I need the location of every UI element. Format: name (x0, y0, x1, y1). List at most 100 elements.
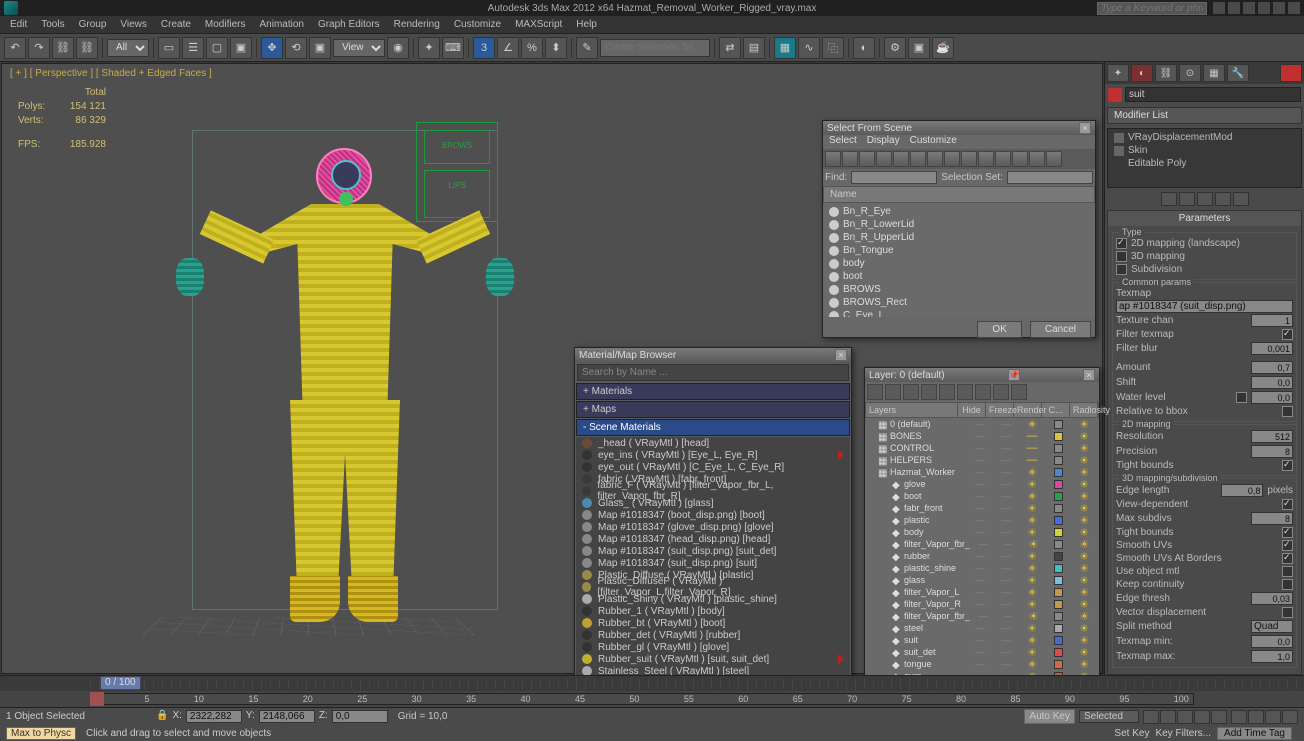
layer-props-icon[interactable] (993, 384, 1009, 400)
lock-ui-icon[interactable] (1280, 64, 1302, 82)
prev-frame-icon[interactable] (1160, 710, 1176, 724)
render-icon[interactable]: ☕ (932, 37, 954, 59)
render-toggle[interactable]: — (1019, 454, 1045, 466)
material-list-item[interactable]: Rubber_bt ( VRayMtl ) [boot] (576, 617, 850, 629)
auto-key-button[interactable]: Auto Key (1024, 709, 1075, 724)
freeze-toggle[interactable]: — (993, 647, 1019, 657)
modify-tab-icon[interactable]: ◐ (1131, 64, 1153, 82)
max-subdivs-spinner[interactable] (1251, 512, 1293, 525)
freeze-toggle[interactable]: — (993, 635, 1019, 645)
sfs-menu-customize[interactable]: Customize (910, 135, 957, 149)
select-icon[interactable]: ▭ (158, 37, 180, 59)
menu-grapheditors[interactable]: Graph Editors (312, 19, 386, 30)
material-list-item[interactable]: Map #1018347 (suit_disp.png) [suit_det] (576, 545, 850, 557)
material-browser-dialog[interactable]: Material/Map Browser× Search by Name ...… (574, 347, 852, 693)
layer-row[interactable]: ▦0 (default)——☀☀ (865, 418, 1099, 430)
hide-toggle[interactable]: — (967, 515, 993, 525)
material-list-item[interactable]: _head ( VRayMtl ) [head] (576, 437, 850, 449)
snap-toggle-icon[interactable]: 3 (473, 37, 495, 59)
view-dependent-checkbox[interactable] (1282, 499, 1293, 510)
filter-icon[interactable] (893, 151, 909, 167)
hide-toggle[interactable]: — (967, 587, 993, 597)
keyboard-shortcut-icon[interactable]: ⌨ (442, 37, 464, 59)
align-icon[interactable]: ▤ (743, 37, 765, 59)
freeze-toggle[interactable]: — (993, 623, 1019, 633)
filter-icon[interactable] (910, 151, 926, 167)
layer-row[interactable]: ◆boot——☀☀ (865, 490, 1099, 502)
layer-row[interactable]: ◆suit——☀☀ (865, 634, 1099, 646)
goto-start-icon[interactable] (1143, 710, 1159, 724)
freeze-toggle[interactable]: — (993, 587, 1019, 597)
render-toggle[interactable]: ☀ (1019, 418, 1045, 431)
smooth-uvs-checkbox[interactable] (1282, 540, 1293, 551)
undo-icon[interactable]: ↶ (4, 37, 26, 59)
sfs-menu-select[interactable]: Select (829, 135, 857, 149)
close-icon[interactable] (1288, 2, 1300, 14)
rotate-icon[interactable]: ⟲ (285, 37, 307, 59)
add-time-tag-button[interactable]: Add Time Tag (1217, 727, 1292, 740)
hide-toggle[interactable]: — (967, 527, 993, 537)
create-tab-icon[interactable]: ✦ (1107, 64, 1129, 82)
new-layer-icon[interactable] (867, 384, 883, 400)
hide-toggle[interactable]: — (967, 551, 993, 561)
menu-help[interactable]: Help (570, 19, 603, 30)
layer-color-swatch[interactable] (1054, 552, 1063, 561)
object-color-swatch[interactable] (1108, 88, 1122, 102)
y-coord-input[interactable]: 2148,066 (259, 710, 315, 723)
freeze-toggle[interactable]: — (993, 455, 1019, 465)
render-setup-icon[interactable]: ⚙ (884, 37, 906, 59)
fov-icon[interactable] (1282, 710, 1298, 724)
freeze-toggle[interactable]: — (993, 659, 1019, 669)
configure-sets-icon[interactable] (1233, 192, 1249, 206)
filter-icon[interactable] (1046, 151, 1062, 167)
filter-icon[interactable] (859, 151, 875, 167)
layer-color-swatch[interactable] (1054, 600, 1063, 609)
close-icon[interactable]: × (835, 349, 847, 361)
menu-views[interactable]: Views (114, 19, 153, 30)
schematic-view-icon[interactable]: ⿻ (822, 37, 844, 59)
layer-manager-icon[interactable]: ▦ (774, 37, 796, 59)
filter-icon[interactable] (944, 151, 960, 167)
filter-icon[interactable] (978, 151, 994, 167)
rendered-frame-icon[interactable]: ▣ (908, 37, 930, 59)
range-start-handle[interactable] (90, 692, 104, 706)
edge-length-spinner[interactable] (1221, 484, 1263, 497)
remove-modifier-icon[interactable] (1215, 192, 1231, 206)
hide-toggle[interactable]: — (967, 431, 993, 441)
goto-end-icon[interactable] (1211, 710, 1227, 724)
viewport-label[interactable]: [ + ] [ Perspective ] [ Shaded + Edged F… (10, 68, 212, 79)
delete-layer-icon[interactable] (885, 384, 901, 400)
play-icon[interactable] (1177, 710, 1193, 724)
close-icon[interactable]: × (1079, 122, 1091, 134)
set-key-button[interactable]: Set Key (1114, 728, 1149, 739)
hide-toggle[interactable]: — (967, 623, 993, 633)
sfs-list-item[interactable]: BROWS_Rect (825, 296, 1093, 309)
keep-continuity-checkbox[interactable] (1282, 579, 1293, 590)
hide-toggle[interactable]: — (967, 659, 993, 669)
key-filters-button[interactable]: Key Filters... (1155, 728, 1211, 739)
make-unique-icon[interactable] (1197, 192, 1213, 206)
water-level-spinner[interactable] (1251, 391, 1293, 404)
spinner-snap-icon[interactable]: ⬍ (545, 37, 567, 59)
filter-icon[interactable] (961, 151, 977, 167)
sfs-list-item[interactable]: body (825, 257, 1093, 270)
cancel-button[interactable]: Cancel (1030, 321, 1091, 338)
freeze-toggle[interactable]: — (993, 491, 1019, 501)
render-toggle[interactable]: — (1019, 442, 1045, 454)
hide-toggle[interactable]: — (967, 599, 993, 609)
radio-3d-mapping[interactable] (1116, 251, 1127, 262)
layer-manager-dialog[interactable]: Layer: 0 (default)📌× Layers Hide Freeze … (864, 367, 1100, 693)
sfs-list-item[interactable]: Bn_R_UpperLid (825, 231, 1093, 244)
material-list[interactable]: _head ( VRayMtl ) [head]eye_ins ( VRayMt… (576, 437, 850, 680)
material-list-item[interactable]: Plastic_DiffuseF ( VRayMtl ) [filter_Vap… (576, 581, 850, 593)
material-list-item[interactable]: eye_ins ( VRayMtl ) [Eye_L, Eye_R] (576, 449, 850, 461)
add-to-layer-icon[interactable] (903, 384, 919, 400)
filter-icon[interactable] (1012, 151, 1028, 167)
material-list-item[interactable]: Rubber_gl ( VRayMtl ) [glove] (576, 641, 850, 653)
hide-toggle[interactable]: — (970, 611, 995, 621)
material-list-item[interactable]: eye_out ( VRayMtl ) [C_Eye_L, C_Eye_R] (576, 461, 850, 473)
material-list-item[interactable]: Map #1018347 (head_disp.png) [head] (576, 533, 850, 545)
select-name-icon[interactable]: ☰ (182, 37, 204, 59)
selection-filter[interactable]: All (107, 39, 149, 57)
name-column-header[interactable]: Name (823, 186, 1095, 203)
